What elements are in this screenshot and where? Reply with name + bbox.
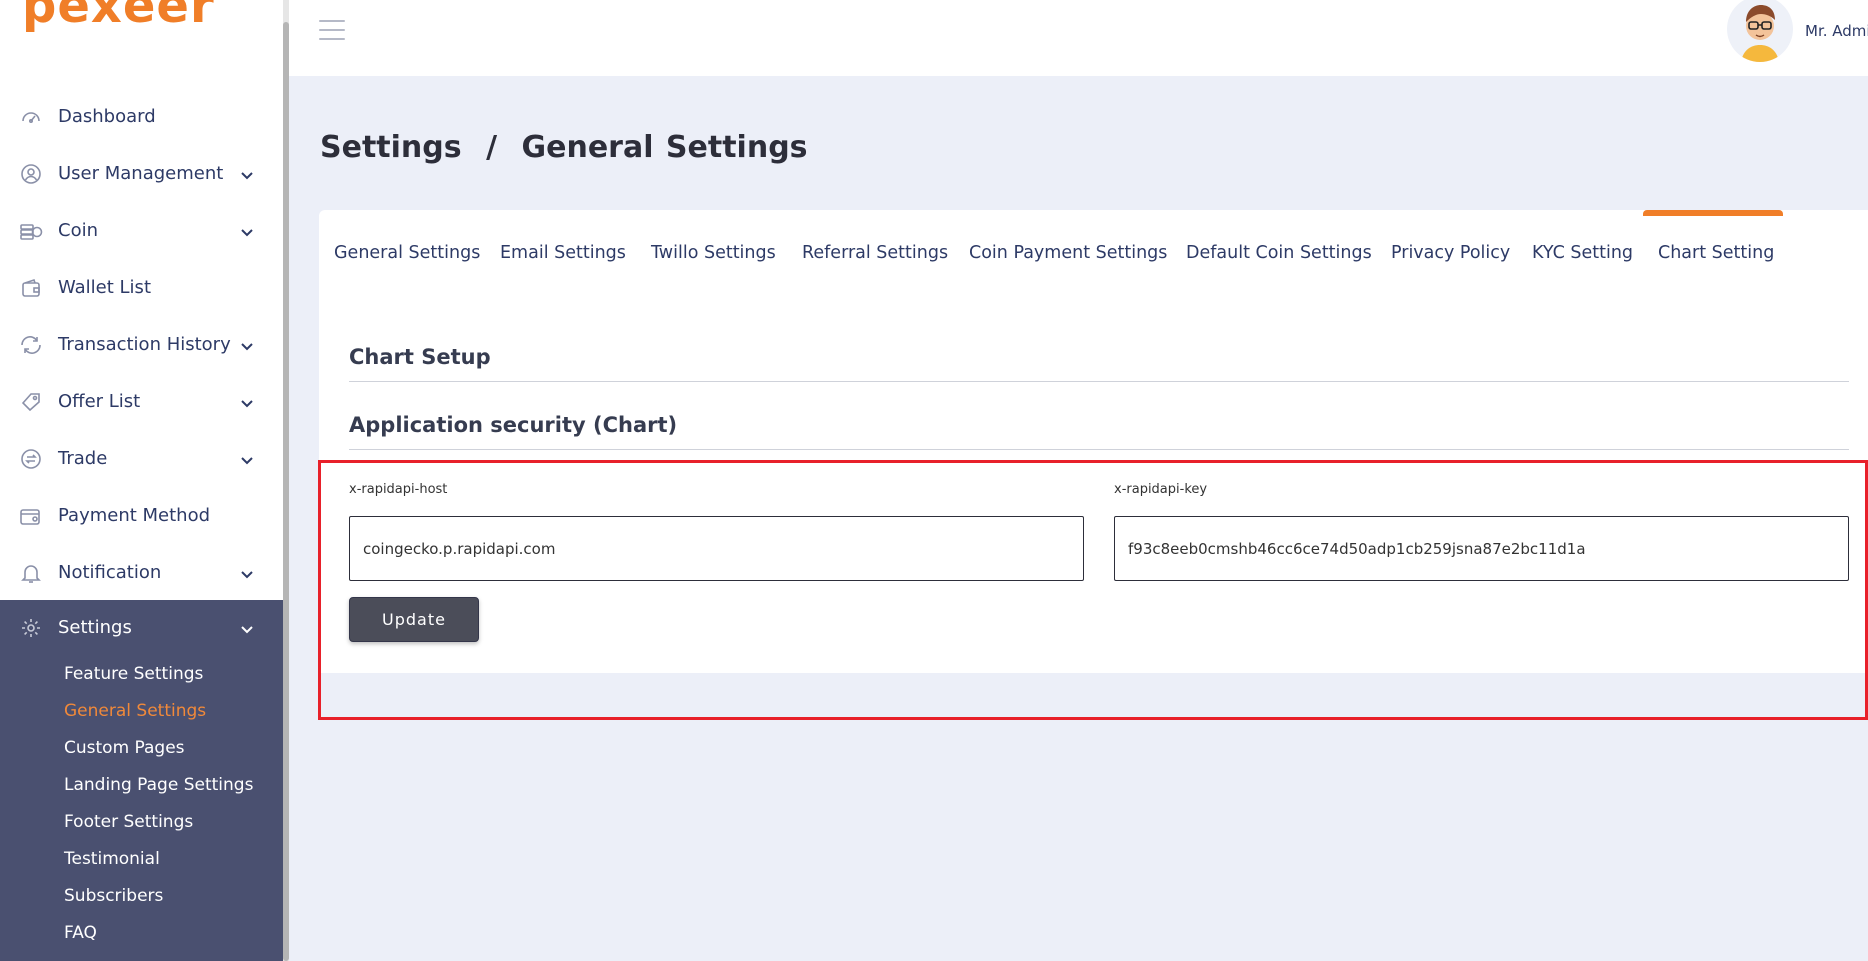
wallet-icon	[18, 275, 44, 301]
brand-logo[interactable]: pexeer	[22, 0, 215, 34]
sidebar-item-coin[interactable]: Coin	[0, 202, 283, 259]
tab-default-coin-settings[interactable]: Default Coin Settings	[1186, 243, 1372, 263]
tab-kyc-setting[interactable]: KYC Setting	[1532, 243, 1633, 263]
menu-toggle-icon[interactable]	[319, 20, 345, 42]
application-security-title: Application security (Chart)	[349, 413, 678, 437]
chevron-down-icon	[241, 339, 253, 351]
scrollbar-thumb[interactable]	[283, 22, 289, 961]
sidebar-item-offer-list[interactable]: Offer List	[0, 373, 283, 430]
sidebar-item-label: Payment Method	[58, 505, 211, 526]
breadcrumb-separator: /	[486, 130, 498, 165]
sidebar-item-label: Trade	[58, 448, 108, 469]
chevron-down-icon	[241, 453, 253, 465]
chevron-down-icon	[241, 567, 253, 579]
offer-icon	[18, 389, 44, 415]
sidebar-nav: Dashboard User Management Coin Wallet Li…	[0, 88, 283, 601]
divider	[349, 381, 1849, 382]
submenu-subscribers[interactable]: Subscribers	[0, 877, 283, 914]
divider	[349, 449, 1849, 450]
sidebar-item-payment-method[interactable]: Payment Method	[0, 487, 283, 544]
submenu-footer-settings[interactable]: Footer Settings	[0, 803, 283, 840]
update-button[interactable]: Update	[349, 597, 479, 642]
submenu-custom-pages[interactable]: Custom Pages	[0, 729, 283, 766]
sidebar-item-transaction-history[interactable]: Transaction History	[0, 316, 283, 373]
tab-privacy-policy[interactable]: Privacy Policy	[1391, 243, 1510, 263]
sidebar-item-label: Transaction History	[58, 334, 231, 355]
chevron-down-icon	[241, 396, 253, 408]
tab-twillo-settings[interactable]: Twillo Settings	[651, 243, 776, 263]
active-tab-indicator	[1643, 210, 1783, 216]
sidebar-item-label: Dashboard	[58, 106, 156, 127]
submenu-faq[interactable]: FAQ	[0, 914, 283, 951]
user-icon	[18, 161, 44, 187]
breadcrumb-current: General Settings	[521, 130, 808, 165]
tab-general-settings[interactable]: General Settings	[334, 243, 480, 263]
sidebar-item-dashboard[interactable]: Dashboard	[0, 88, 283, 145]
settings-tabs: General Settings Email Settings Twillo S…	[319, 210, 1868, 300]
tab-chart-setting[interactable]: Chart Setting	[1658, 243, 1774, 263]
dashboard-icon	[18, 104, 44, 130]
sidebar-settings-group: Settings Feature Settings General Settin…	[0, 600, 283, 961]
bell-icon	[18, 560, 44, 586]
sidebar-item-label: Notification	[58, 562, 162, 583]
tab-email-settings[interactable]: Email Settings	[500, 243, 626, 263]
sidebar-item-user-management[interactable]: User Management	[0, 145, 283, 202]
sidebar-item-wallet-list[interactable]: Wallet List	[0, 259, 283, 316]
rapidapi-key-input[interactable]: f93c8eeb0cmshb46cc6ce74d50adp1cb259jsna8…	[1114, 516, 1849, 581]
sidebar-scrollbar[interactable]	[283, 0, 289, 961]
sidebar-item-label: Settings	[58, 617, 132, 638]
gear-icon	[18, 615, 44, 641]
breadcrumb: Settings / General Settings	[320, 130, 808, 165]
rapidapi-host-input[interactable]: coingecko.p.rapidapi.com	[349, 516, 1084, 581]
key-field-label: x-rapidapi-key	[1114, 482, 1208, 497]
chevron-down-icon	[241, 622, 253, 634]
top-bar: Mr. Admi	[289, 0, 1868, 76]
submenu-testimonial[interactable]: Testimonial	[0, 840, 283, 877]
breadcrumb-root[interactable]: Settings	[320, 130, 462, 165]
avatar[interactable]	[1727, 0, 1793, 62]
user-name[interactable]: Mr. Admi	[1805, 22, 1868, 40]
sidebar-item-trade[interactable]: Trade	[0, 430, 283, 487]
transaction-icon	[18, 332, 44, 358]
chevron-down-icon	[241, 168, 253, 180]
settings-card: General Settings Email Settings Twillo S…	[319, 210, 1868, 673]
tab-referral-settings[interactable]: Referral Settings	[802, 243, 948, 263]
sidebar-item-settings[interactable]: Settings	[0, 600, 283, 655]
submenu-feature-settings[interactable]: Feature Settings	[0, 655, 283, 692]
submenu-general-settings[interactable]: General Settings	[0, 692, 283, 729]
sidebar-item-notification[interactable]: Notification	[0, 544, 283, 601]
host-field-label: x-rapidapi-host	[349, 482, 448, 497]
submenu-landing-page-settings[interactable]: Landing Page Settings	[0, 766, 283, 803]
trade-icon	[18, 446, 44, 472]
sidebar-item-label: User Management	[58, 163, 224, 184]
sidebar-item-label: Offer List	[58, 391, 141, 412]
coin-icon	[18, 218, 44, 244]
sidebar: pexeer Dashboard User Management Coin Wa…	[0, 0, 285, 961]
chart-setup-title: Chart Setup	[349, 345, 491, 369]
chevron-down-icon	[241, 225, 253, 237]
tab-coin-payment-settings[interactable]: Coin Payment Settings	[969, 243, 1167, 263]
sidebar-item-label: Coin	[58, 220, 98, 241]
sidebar-item-label: Wallet List	[58, 277, 151, 298]
payment-icon	[18, 503, 44, 529]
